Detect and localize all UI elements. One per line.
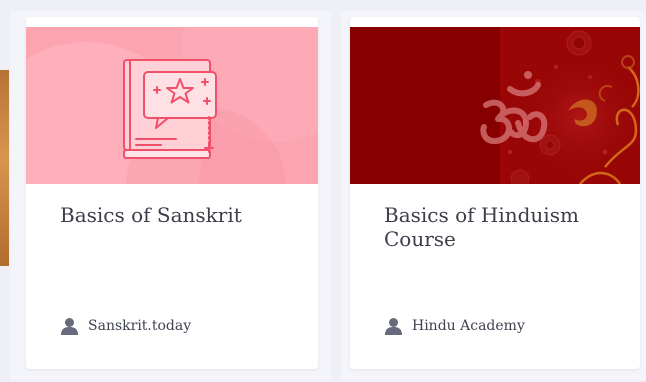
user-icon (384, 317, 403, 335)
author-name: Hindu Academy (412, 318, 525, 334)
course-author[interactable]: Sanskrit.today (60, 317, 191, 335)
partial-card-image[interactable] (0, 70, 9, 266)
user-icon (60, 317, 79, 335)
author-name: Sanskrit.today (88, 318, 192, 334)
course-card-sanskrit[interactable]: Basics of Sanskrit Sanskrit.today (26, 17, 318, 369)
course-title[interactable]: Basics of Sanskrit (60, 203, 294, 227)
course-title[interactable]: Basics of Hinduism Course (384, 203, 616, 251)
course-card-hinduism[interactable]: Basics of Hinduism Course Hindu Academy (350, 17, 640, 369)
course-banner-image[interactable] (26, 27, 318, 184)
course-banner-image[interactable] (350, 27, 640, 184)
book-star-icon (123, 59, 217, 159)
course-author[interactable]: Hindu Academy (384, 317, 525, 335)
